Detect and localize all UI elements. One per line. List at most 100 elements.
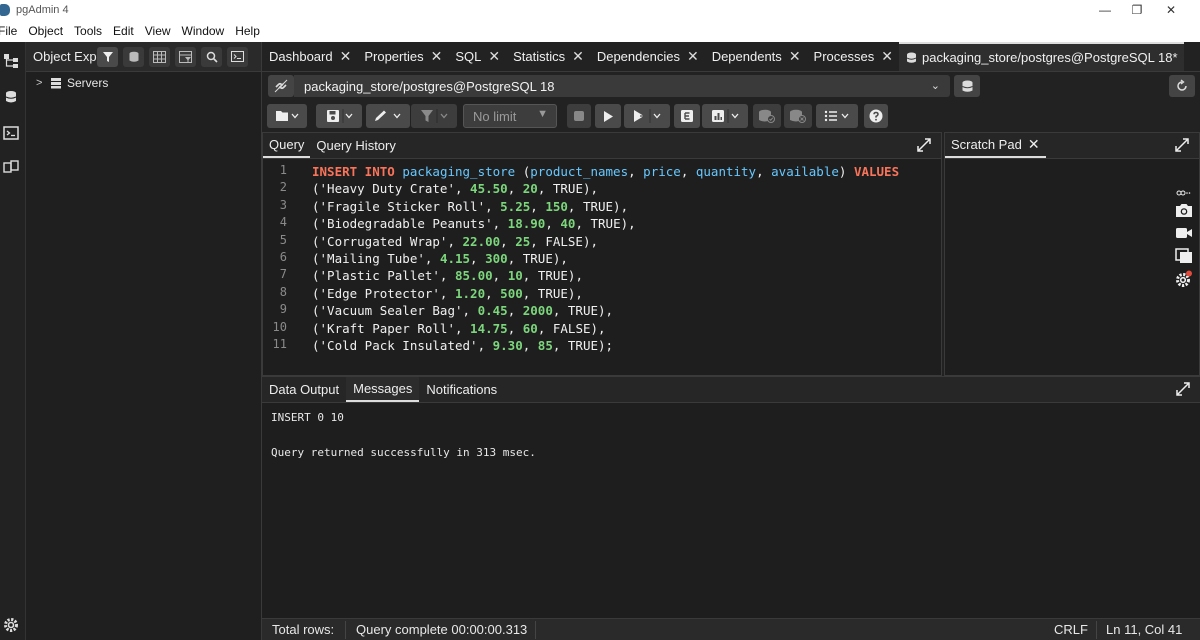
copy-window-icon[interactable]: [1174, 247, 1194, 265]
close-tab-icon[interactable]: ✕: [488, 48, 500, 65]
code-line[interactable]: ('Plastic Pallet', 85.00, 10, TRUE),: [312, 267, 583, 284]
tab-data-output[interactable]: Data Output: [262, 377, 346, 402]
menu-tools[interactable]: Tools: [74, 24, 102, 38]
menu-view[interactable]: View: [145, 24, 171, 38]
close-tab-icon[interactable]: ✕: [687, 48, 699, 65]
filter-icon[interactable]: [97, 46, 118, 67]
cursor-position: Ln 11, Col 41: [1106, 622, 1183, 637]
row-limit-select[interactable]: No limit ▼: [463, 104, 557, 128]
tab-properties[interactable]: Properties ✕: [357, 42, 448, 71]
menu-window[interactable]: Window: [182, 24, 225, 38]
menu-object[interactable]: Object: [28, 24, 63, 38]
maximize-icon[interactable]: [1176, 382, 1190, 396]
sql-editor[interactable]: 1 2 3 4 5 6 7 8 9 10 11 INSERT INTO packaging_stor…: [263, 159, 941, 375]
code-line[interactable]: ('Edge Protector', 1.20, 500, TRUE),: [312, 285, 583, 302]
menu-bar: File Object Tools Edit View Window Help: [0, 20, 1200, 42]
link-icon[interactable]: [1174, 188, 1194, 198]
line-number: 1: [279, 163, 287, 177]
settings-gear-badge-icon[interactable]: [1174, 270, 1194, 288]
tab-statistics[interactable]: Statistics ✕: [506, 42, 590, 71]
tab-sql[interactable]: SQL ✕: [448, 42, 506, 71]
camera-icon[interactable]: [1174, 201, 1194, 219]
close-tab-icon[interactable]: ✕: [572, 48, 584, 65]
macros-button[interactable]: [816, 104, 858, 128]
explain-analyze-button[interactable]: [702, 104, 748, 128]
tab-query[interactable]: Query: [263, 133, 311, 158]
menu-file[interactable]: File: [0, 24, 17, 38]
chevron-down-icon: ⌄: [930, 80, 940, 92]
code-token: ,: [507, 181, 523, 197]
explain-button[interactable]: [674, 104, 700, 128]
filtered-rows-icon[interactable]: [175, 46, 196, 67]
new-connection-db-icon[interactable]: [954, 75, 980, 97]
menu-edit[interactable]: Edit: [113, 24, 134, 38]
line-number: 11: [272, 337, 287, 351]
restore-button[interactable]: ❐: [1122, 0, 1152, 20]
status-divider: [345, 621, 346, 639]
menu-help[interactable]: Help: [235, 24, 260, 38]
code-line[interactable]: INSERT INTO packaging_store (product_nam…: [312, 163, 899, 180]
tab-query-tool[interactable]: packaging_store/postgres@PostgreSQL 18*: [898, 42, 1184, 71]
tree-node-servers[interactable]: > Servers: [26, 72, 261, 94]
maximize-icon[interactable]: [917, 138, 931, 152]
object-explorer-icon[interactable]: [2, 52, 20, 70]
close-tab-icon[interactable]: ✕: [431, 48, 443, 65]
left-tool-strip: [0, 42, 26, 640]
connection-select[interactable]: packaging_store/postgres@PostgreSQL 18 ⌄: [294, 75, 950, 97]
scratch-pad-label: Scratch Pad: [951, 137, 1022, 152]
filter-rows-button[interactable]: [411, 104, 457, 128]
save-file-button[interactable]: [316, 104, 362, 128]
tab-processes[interactable]: Processes ✕: [807, 42, 899, 71]
code-line[interactable]: ('Cold Pack Insulated', 9.30, 85, TRUE);: [312, 337, 613, 354]
object-explorer-panel: Object Explorer >: [26, 42, 262, 640]
code-token: , TRUE),: [522, 285, 583, 301]
tab-messages[interactable]: Messages: [346, 377, 420, 402]
code-token: ('Biodegradable Peanuts',: [312, 216, 508, 232]
rollback-button[interactable]: [784, 104, 812, 128]
open-file-button[interactable]: [267, 104, 307, 128]
code-token: ('Kraft Paper Roll',: [312, 320, 471, 336]
code-token: ,: [485, 285, 501, 301]
commit-button[interactable]: [753, 104, 781, 128]
help-button[interactable]: [864, 104, 888, 128]
code-line[interactable]: ('Kraft Paper Roll', 14.75, 60, FALSE),: [312, 320, 606, 337]
tab-scratch-pad[interactable]: Scratch Pad ✕: [945, 133, 1046, 158]
tab-query-history[interactable]: Query History: [310, 133, 401, 158]
tab-notifications[interactable]: Notifications: [419, 377, 504, 402]
database-icon[interactable]: [2, 88, 20, 106]
maximize-icon[interactable]: [1175, 138, 1189, 152]
code-line[interactable]: ('Corrugated Wrap', 22.00, 25, FALSE),: [312, 233, 598, 250]
stop-button[interactable]: [567, 104, 591, 128]
psql-terminal-icon[interactable]: [227, 46, 248, 67]
settings-gear-icon[interactable]: [2, 616, 20, 634]
query-tool-icon[interactable]: [123, 46, 144, 67]
code-token: 5.25: [500, 198, 531, 214]
tab-dependents[interactable]: Dependents ✕: [705, 42, 807, 71]
code-line[interactable]: ('Vacuum Sealer Bag', 0.45, 2000, TRUE),: [312, 302, 613, 319]
tab-dependencies[interactable]: Dependencies ✕: [590, 42, 705, 71]
terminal-icon[interactable]: [2, 124, 20, 142]
video-camera-icon[interactable]: [1174, 224, 1194, 242]
close-tab-icon[interactable]: ✕: [340, 48, 352, 65]
minimize-button[interactable]: —: [1090, 0, 1120, 20]
close-window-button[interactable]: ✕: [1156, 0, 1186, 20]
edit-button[interactable]: [366, 104, 410, 128]
schema-diff-icon[interactable]: [2, 158, 20, 176]
code-line[interactable]: ('Heavy Duty Crate', 45.50, 20, TRUE),: [312, 180, 598, 197]
search-icon[interactable]: [201, 46, 222, 67]
code-token: ('Cold Pack Insulated',: [312, 338, 493, 353]
close-tab-icon[interactable]: ✕: [881, 48, 893, 65]
code-line[interactable]: ('Mailing Tube', 4.15, 300, TRUE),: [312, 250, 568, 267]
connection-status-icon[interactable]: [268, 75, 294, 97]
close-tab-icon[interactable]: ✕: [789, 48, 801, 65]
chevron-right-icon[interactable]: >: [36, 77, 50, 89]
reset-layout-icon[interactable]: [1169, 75, 1195, 97]
close-tab-icon[interactable]: ✕: [1028, 136, 1040, 153]
execute-options-button[interactable]: [624, 104, 670, 128]
object-explorer-title: Object Explorer: [33, 49, 97, 64]
code-line[interactable]: ('Biodegradable Peanuts', 18.90, 40, TRU…: [312, 215, 636, 232]
code-line[interactable]: ('Fragile Sticker Roll', 5.25, 150, TRUE…: [312, 198, 628, 215]
execute-button[interactable]: [595, 104, 621, 128]
view-data-icon[interactable]: [149, 46, 170, 67]
tab-dashboard[interactable]: Dashboard ✕: [262, 42, 357, 71]
